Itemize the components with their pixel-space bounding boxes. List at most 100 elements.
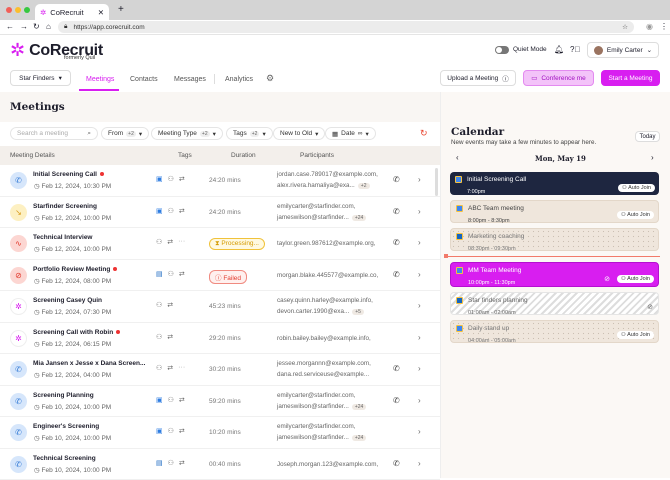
table-row[interactable]: ∿ Technical Interview ◷ Feb 12, 2024, 10… [0, 228, 440, 260]
outlook-icon[interactable]: ▤ [156, 459, 163, 467]
meeting-title[interactable]: Screening Casey Quin [33, 297, 102, 304]
phone-icon[interactable]: ✆ [393, 238, 400, 247]
user-icon[interactable]: ⚇ [168, 396, 174, 404]
chevron-right-icon[interactable]: › [418, 459, 421, 468]
filter-date[interactable]: ▦Date∞▾ [325, 127, 376, 140]
forward-icon[interactable]: → [20, 22, 28, 31]
back-icon[interactable]: ← [6, 22, 14, 31]
meeting-title[interactable]: Portfolio Review Meeting [33, 266, 117, 273]
google-calendar-icon[interactable]: ▣ [156, 427, 163, 435]
sort-select[interactable]: New to Old▾ [273, 127, 325, 140]
maximize-window-icon[interactable] [24, 7, 30, 13]
prev-day-icon[interactable]: ‹ [456, 153, 459, 162]
bell-icon[interactable]: 🔔︎ [554, 45, 564, 54]
more-participants-badge[interactable]: +2 [358, 183, 370, 189]
phone-icon[interactable]: ✆ [393, 459, 400, 468]
url-field[interactable]: 🔒︎https://app.corecruit.com☆ [58, 21, 634, 33]
user-icon[interactable]: ⚇ [168, 427, 174, 435]
repeat-icon[interactable]: ⇄ [167, 333, 173, 341]
repeat-icon[interactable]: ⇄ [179, 270, 185, 278]
meeting-title[interactable]: Screening Planning [33, 392, 94, 399]
help-icon[interactable]: ?⃝ [570, 45, 580, 54]
meeting-title[interactable]: Screening Call with Robin [33, 329, 120, 336]
conference-me-button[interactable]: ▭Conference me [523, 70, 594, 86]
auto-join-button[interactable]: ⚇ Auto Join [618, 184, 655, 192]
phone-icon[interactable]: ✆ [393, 270, 400, 279]
table-row[interactable]: ✲ Screening Casey Quin ◷ Feb 12, 2024, 0… [0, 291, 440, 323]
user-icon[interactable]: ⚇ [156, 301, 162, 309]
user-icon[interactable]: ⚇ [168, 207, 174, 215]
chevron-right-icon[interactable]: › [418, 301, 421, 310]
phone-icon[interactable]: ✆ [393, 175, 400, 184]
more-participants-badge[interactable]: +24 [352, 435, 366, 441]
auto-join-button[interactable]: ⚇ Auto Join [617, 275, 654, 283]
repeat-icon[interactable]: ⇄ [179, 207, 185, 215]
table-row[interactable]: ✲ Screening Call with Robin ◷ Feb 12, 20… [0, 323, 440, 355]
table-row[interactable]: ✆ Screening Planning ◷ Feb 10, 2024, 10:… [0, 386, 440, 418]
minimize-window-icon[interactable] [15, 7, 21, 13]
chevron-right-icon[interactable]: › [418, 238, 421, 247]
filter-from[interactable]: From+2▾ [101, 127, 149, 140]
next-day-icon[interactable]: › [651, 153, 654, 162]
bookmark-star-icon[interactable]: ☆ [622, 23, 628, 31]
search-input[interactable]: Search a meeting⌕ [10, 127, 98, 140]
meeting-title[interactable]: Starfinder Screening [33, 203, 97, 210]
link-off-icon[interactable]: ⊘ [604, 275, 610, 283]
meeting-title[interactable]: Engineer's Screening [33, 423, 99, 430]
close-tab-icon[interactable]: ✕ [98, 8, 104, 17]
google-calendar-icon[interactable]: ▣ [156, 207, 163, 215]
quiet-mode-toggle[interactable] [495, 46, 509, 54]
meeting-title[interactable]: Initial Screening Call [33, 171, 104, 178]
repeat-icon[interactable]: ⇄ [179, 427, 185, 435]
table-row[interactable]: ✆ Initial Screening Call ◷ Feb 12, 2024,… [0, 165, 440, 197]
calendar-event[interactable]: Initial Screening Call 7:00pm ⚇ Auto Joi… [450, 172, 659, 195]
auto-join-button[interactable]: ⚇ Auto Join [617, 211, 654, 219]
outlook-icon[interactable]: ▤ [156, 270, 163, 278]
phone-icon[interactable]: ✆ [393, 207, 400, 216]
menu-icon[interactable]: ⋮ [660, 22, 668, 31]
more-icon[interactable]: ··· [178, 364, 185, 372]
chevron-right-icon[interactable]: › [418, 175, 421, 184]
meeting-title[interactable]: Mia Jansen x Jesse x Dana Screen... [33, 360, 145, 367]
table-row[interactable]: ↘ Starfinder Screening ◷ Feb 12, 2024, 1… [0, 197, 440, 229]
user-menu[interactable]: Emily Carter⌄ [587, 42, 659, 58]
calendar-event[interactable]: Star finders planning 01:00am - 02:00am … [450, 292, 659, 315]
chevron-right-icon[interactable]: › [418, 333, 421, 342]
more-icon[interactable]: ··· [178, 238, 185, 246]
user-icon[interactable]: ⚇ [168, 270, 174, 278]
browser-tab[interactable]: ✲CoRecruit✕ [35, 4, 109, 20]
new-tab-icon[interactable]: + [118, 4, 124, 15]
close-window-icon[interactable] [6, 7, 12, 13]
chevron-right-icon[interactable]: › [418, 270, 421, 279]
meeting-title[interactable]: Technical Interview [33, 234, 92, 241]
user-icon[interactable]: ⚇ [168, 459, 174, 467]
chevron-right-icon[interactable]: › [418, 364, 421, 373]
tab-meetings[interactable]: Meetings [86, 76, 114, 83]
repeat-icon[interactable]: ⇄ [167, 238, 173, 246]
chevron-right-icon[interactable]: › [418, 207, 421, 216]
auto-join-button[interactable]: ⚇ Auto Join [617, 331, 654, 339]
filter-tags[interactable]: Tags+2▾ [226, 127, 273, 140]
table-row[interactable]: ⊘ Portfolio Review Meeting ◷ Feb 12, 202… [0, 260, 440, 292]
user-icon[interactable]: ⚇ [156, 333, 162, 341]
settings-gear-icon[interactable]: ⚙ [266, 73, 274, 84]
repeat-icon[interactable]: ⇄ [179, 396, 185, 404]
more-participants-badge[interactable]: +5 [352, 309, 364, 315]
chevron-right-icon[interactable]: › [418, 427, 421, 436]
filter-meeting-type[interactable]: Meeting Type+2▾ [151, 127, 223, 140]
chevron-right-icon[interactable]: › [418, 396, 421, 405]
phone-icon[interactable]: ✆ [393, 364, 400, 373]
scrollbar[interactable] [435, 168, 438, 196]
repeat-icon[interactable]: ⇄ [167, 301, 173, 309]
tab-contacts[interactable]: Contacts [130, 76, 158, 83]
tab-messages[interactable]: Messages [174, 76, 206, 83]
user-icon[interactable]: ⚇ [156, 364, 162, 372]
calendar-event[interactable]: MM Team Meeting 10:00pm - 11:30pm ⚇ Auto… [450, 262, 659, 287]
start-meeting-button[interactable]: Start a Meeting [601, 70, 660, 86]
tab-analytics[interactable]: Analytics [225, 76, 253, 83]
google-calendar-icon[interactable]: ▣ [156, 175, 163, 183]
more-participants-badge[interactable]: +24 [352, 215, 366, 221]
table-row[interactable]: ✆ Mia Jansen x Jesse x Dana Screen... ◷ … [0, 354, 440, 386]
repeat-icon[interactable]: ⇄ [179, 459, 185, 467]
meeting-title[interactable]: Technical Screening [33, 455, 96, 462]
